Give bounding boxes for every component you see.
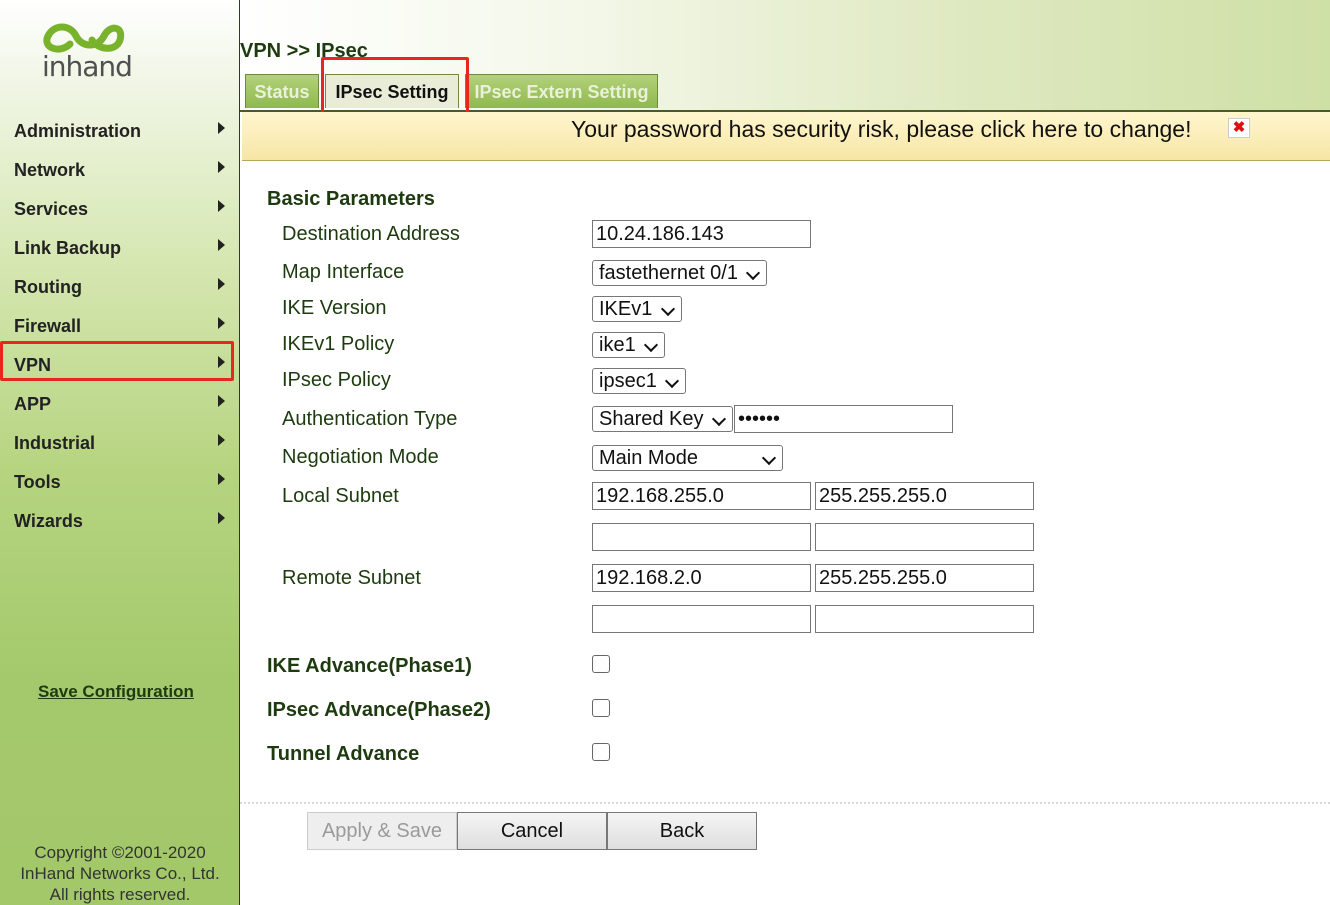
local-subnet-address-1[interactable] [592,482,811,510]
arrow-right-icon [218,317,225,329]
arrow-right-icon [218,395,225,407]
arrow-right-icon [218,161,225,173]
close-icon[interactable]: ✖ [1228,118,1250,138]
sidebar-item-label: Link Backup [14,238,122,258]
ikev1-policy-select[interactable]: ike1 [592,332,665,358]
ike-advance-checkbox[interactable] [592,655,610,673]
sidebar-item-label: Administration [14,121,142,141]
local-subnet-mask-1[interactable] [815,482,1034,510]
select-value: ipsec1 [599,370,657,392]
logo-text: inhand [42,50,133,83]
chevron-down-icon [711,411,727,427]
select-value: fastethernet 0/1 [599,262,738,284]
local-subnet-mask-2[interactable] [815,523,1034,551]
chevron-down-icon [745,265,761,281]
label-local-subnet: Local Subnet [282,485,399,507]
sidebar-item-services[interactable]: Services [14,197,229,223]
arrow-right-icon [218,512,225,524]
chevron-down-icon [664,373,680,389]
label-negotiation-mode: Negotiation Mode [282,446,439,468]
remote-subnet-mask-1[interactable] [815,564,1034,592]
cancel-button[interactable]: Cancel [457,812,607,850]
label-destination-address: Destination Address [282,223,460,245]
section-basic-parameters: Basic Parameters [267,188,435,210]
label-authentication-type: Authentication Type [282,408,458,430]
remote-subnet-address-2[interactable] [592,605,811,633]
arrow-right-icon [218,278,225,290]
chevron-down-icon [643,337,659,353]
sidebar-item-firewall[interactable]: Firewall [14,314,229,340]
authentication-type-select[interactable]: Shared Key [592,406,733,432]
password-warning-text[interactable]: Your password has security risk, please … [571,116,1191,143]
save-configuration-link[interactable]: Save Configuration [38,682,194,702]
sidebar-item-wizards[interactable]: Wizards [14,509,229,535]
ipsec-policy-select[interactable]: ipsec1 [592,368,686,394]
sidebar-item-label: Firewall [14,316,82,336]
sidebar-item-industrial[interactable]: Industrial [14,431,229,457]
destination-address-input[interactable] [592,220,811,248]
sidebar-item-label: APP [14,394,52,414]
local-subnet-address-2[interactable] [592,523,811,551]
sidebar-item-label: Services [14,199,89,219]
arrow-right-icon [218,473,225,485]
vpn-highlight-box [0,341,234,381]
select-value: ike1 [599,334,636,356]
sidebar-item-label: Routing [14,277,82,297]
sidebar-item-label: Tools [14,472,61,492]
sidebar-item-label: Wizards [14,511,83,531]
copyright-line-3: All rights reserved. [49,885,191,904]
tab-ipsec-extern-setting[interactable]: IPsec Extern Setting [465,74,658,108]
sidebar-item-label: Industrial [14,433,96,453]
arrow-right-icon [218,122,225,134]
ike-version-select[interactable]: IKEv1 [592,296,682,322]
sidebar-item-routing[interactable]: Routing [14,275,229,301]
select-value: Shared Key [599,408,704,430]
divider [240,802,1330,804]
label-ipsec-advance: IPsec Advance(Phase2) [267,699,491,721]
chevron-down-icon [660,301,676,317]
remote-subnet-mask-2[interactable] [815,605,1034,633]
select-value: IKEv1 [599,298,653,320]
sidebar-item-administration[interactable]: Administration [14,119,229,145]
arrow-right-icon [218,434,225,446]
ipsec-advance-checkbox[interactable] [592,699,610,717]
label-ipsec-policy: IPsec Policy [282,369,391,391]
label-remote-subnet: Remote Subnet [282,567,421,589]
chevron-down-icon [761,450,777,466]
remote-subnet-address-1[interactable] [592,564,811,592]
sidebar-item-tools[interactable]: Tools [14,470,229,496]
sidebar-item-link-backup[interactable]: Link Backup [14,236,229,262]
arrow-right-icon [218,239,225,251]
sidebar-item-app[interactable]: APP [14,392,229,418]
select-value: Main Mode [599,447,698,469]
copyright-line-2: InHand Networks Co., Ltd. [20,864,220,883]
sidebar-item-network[interactable]: Network [14,158,229,184]
shared-key-input[interactable] [734,405,953,433]
label-ikev1-policy: IKEv1 Policy [282,333,395,355]
apply-save-button[interactable]: Apply & Save [307,812,457,850]
copyright-line-1: Copyright ©2001-2020 [34,843,206,862]
sidebar-item-label: Network [14,160,86,180]
back-button[interactable]: Back [607,812,757,850]
label-ike-advance: IKE Advance(Phase1) [267,655,472,677]
sidebar: inhand Administration Network Services L… [0,0,240,905]
label-tunnel-advance: Tunnel Advance [267,743,420,765]
label-ike-version: IKE Version [282,297,387,319]
negotiation-mode-select[interactable]: Main Mode [592,445,783,471]
tunnel-advance-checkbox[interactable] [592,743,610,761]
tab-status[interactable]: Status [245,74,319,108]
arrow-right-icon [218,200,225,212]
label-map-interface: Map Interface [282,261,405,283]
map-interface-select[interactable]: fastethernet 0/1 [592,260,767,286]
